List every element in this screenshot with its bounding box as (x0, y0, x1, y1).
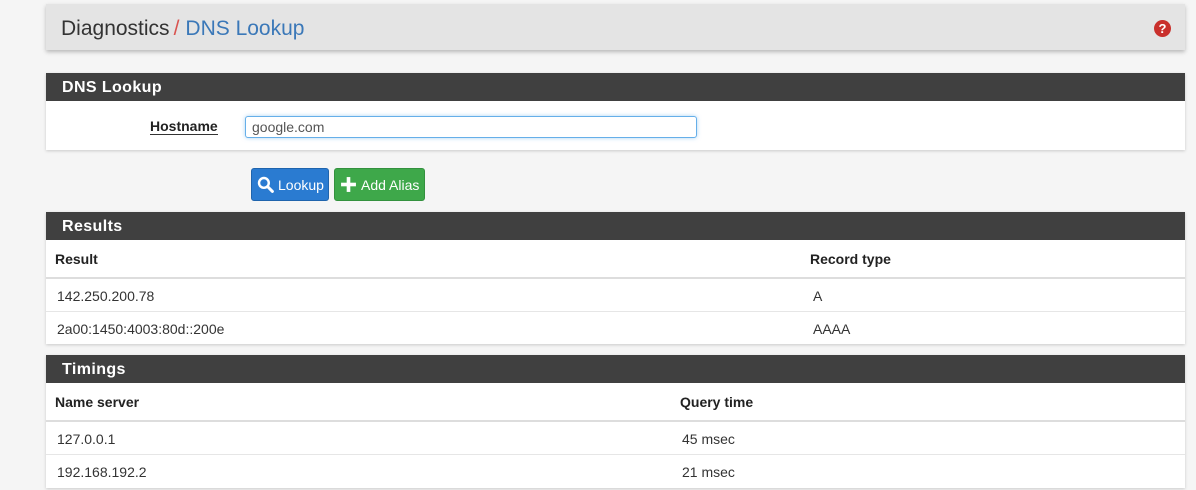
question-circle-icon[interactable]: ? (1154, 20, 1171, 37)
query-time-value: 45 msec (682, 431, 735, 447)
results-header-row: Result Record type (46, 240, 1185, 279)
dns-lookup-panel: DNS Lookup Hostname (46, 73, 1185, 150)
lookup-button[interactable]: Lookup (251, 168, 329, 201)
add-alias-button[interactable]: Add Alias (334, 168, 425, 201)
hostname-row: Hostname (46, 101, 1185, 150)
dns-lookup-panel-title: DNS Lookup (46, 73, 1185, 101)
timings-panel: Timings Name server Query time 127.0.0.1… (46, 355, 1185, 488)
table-row: 127.0.0.1 45 msec (46, 422, 1185, 454)
lookup-button-label: Lookup (278, 176, 324, 193)
table-row: 142.250.200.78 A (46, 279, 1185, 311)
name-server-value: 192.168.192.2 (57, 464, 147, 480)
plus-icon (341, 177, 356, 192)
column-header-result: Result (55, 251, 98, 267)
column-header-query-time: Query time (680, 394, 754, 410)
page-title: Diagnostics / DNS Lookup (61, 18, 304, 40)
result-value: 142.250.200.78 (57, 288, 155, 304)
record-type-value: A (813, 288, 823, 304)
column-header-record-type: Record type (810, 251, 891, 267)
search-icon (257, 176, 274, 193)
hostname-label: Hostname (150, 118, 218, 135)
query-time-value: 21 msec (682, 464, 735, 480)
timings-header-row: Name server Query time (46, 383, 1185, 422)
breadcrumb: Diagnostics / DNS Lookup ? (46, 4, 1185, 50)
table-row: 192.168.192.2 21 msec (46, 454, 1185, 487)
record-type-value: AAAA (813, 321, 851, 337)
breadcrumb-section: Diagnostics (61, 17, 170, 40)
results-panel: Results Result Record type 142.250.200.7… (46, 212, 1185, 344)
results-panel-title: Results (46, 212, 1185, 240)
name-server-value: 127.0.0.1 (57, 431, 116, 447)
timings-panel-title: Timings (46, 355, 1185, 383)
result-value: 2a00:1450:4003:80d::200e (57, 321, 225, 337)
hostname-input[interactable] (245, 116, 697, 138)
column-header-name-server: Name server (55, 394, 140, 410)
add-alias-button-label: Add Alias (361, 176, 420, 193)
breadcrumb-page-link[interactable]: DNS Lookup (185, 17, 304, 40)
table-row: 2a00:1450:4003:80d::200e AAAA (46, 311, 1185, 344)
breadcrumb-separator: / (173, 17, 180, 40)
